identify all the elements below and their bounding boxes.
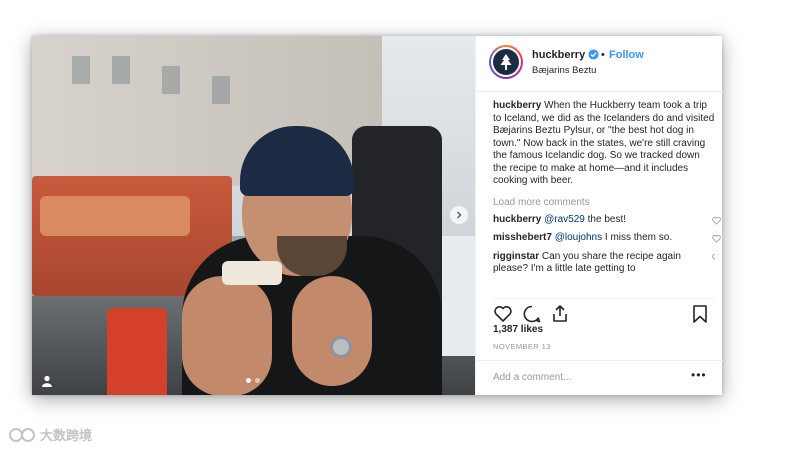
add-comment-input[interactable]: Add a comment... (493, 372, 571, 383)
photo-window (72, 56, 90, 84)
comment-username[interactable]: rigginstar (493, 251, 539, 262)
location-link[interactable]: Bæjarins Beztu (532, 65, 596, 76)
bookmark-icon[interactable] (690, 304, 710, 324)
comment-item: misshebert7 @loujohns I miss them so. (493, 232, 721, 245)
wristwatch (330, 336, 352, 358)
photo-window (212, 76, 230, 104)
watermark-logo-icon (9, 427, 35, 442)
carousel-indicator (246, 378, 260, 383)
carousel-dot (255, 378, 260, 383)
comment-username[interactable]: misshebert7 (493, 232, 552, 243)
screenshot-stage: huckberry • Follow Bæjarins Beztu huckbe… (0, 0, 804, 451)
hot-dog (222, 261, 282, 285)
man-eating-hot-dog (182, 126, 442, 395)
header-separator: • (601, 49, 605, 61)
post-username[interactable]: huckberry (532, 49, 585, 61)
heart-icon[interactable] (493, 304, 513, 324)
carousel-next-button[interactable] (450, 206, 468, 224)
photo-window (112, 56, 130, 84)
avatar[interactable] (489, 45, 523, 79)
comment-item: huckberry @rav529 the best! (493, 213, 721, 227)
navy-beanie (240, 126, 354, 196)
comment-mention[interactable]: @loujohns (555, 232, 602, 243)
caption-username[interactable]: huckberry (493, 100, 541, 111)
small-heart-icon[interactable] (712, 253, 715, 262)
post-photo[interactable] (32, 36, 475, 395)
share-icon[interactable] (550, 304, 570, 324)
watermark: 大数跨境 (8, 425, 92, 444)
comments-area: huckberry When the Huckberry team took a… (493, 100, 721, 276)
comment-username[interactable]: huckberry (493, 214, 541, 225)
photo-window (162, 66, 180, 94)
red-bin (107, 308, 167, 395)
add-comment-section: Add a comment... ••• (476, 360, 723, 395)
follow-button[interactable]: Follow (609, 49, 644, 61)
action-bar (493, 298, 715, 323)
chevron-right-icon (457, 211, 462, 219)
post-header: huckberry • Follow Bæjarins Beztu (476, 36, 723, 92)
tree-logo-icon (500, 54, 512, 70)
comment-text: the best! (584, 213, 627, 225)
right-arm (292, 276, 372, 386)
likes-count[interactable]: 1,387 likes (493, 324, 543, 335)
post-caption: huckberry When the Huckberry team took a… (493, 100, 715, 188)
comment-mention[interactable]: @rav529 (544, 214, 585, 225)
comment-text: I miss them so. (602, 232, 673, 243)
instagram-post-card: huckberry • Follow Bæjarins Beztu huckbe… (32, 36, 723, 395)
post-side-panel: huckberry • Follow Bæjarins Beztu huckbe… (475, 36, 723, 395)
carousel-dot (246, 378, 251, 383)
user-tag-icon[interactable] (41, 375, 53, 387)
caption-text: When the Huckberry team took a trip to I… (493, 100, 715, 186)
post-date: NOVEMBER 13 (493, 342, 551, 351)
verified-icon (588, 49, 599, 60)
comment-icon[interactable] (522, 304, 542, 324)
small-heart-icon[interactable] (712, 234, 721, 243)
comment-item: rigginstar Can you share the recipe agai… (493, 251, 715, 276)
more-options-button[interactable]: ••• (691, 368, 707, 382)
small-heart-icon[interactable] (712, 216, 721, 225)
load-more-comments-link[interactable]: Load more comments (493, 197, 715, 208)
stand-sign (40, 196, 190, 236)
watermark-text: 大数跨境 (40, 428, 93, 443)
